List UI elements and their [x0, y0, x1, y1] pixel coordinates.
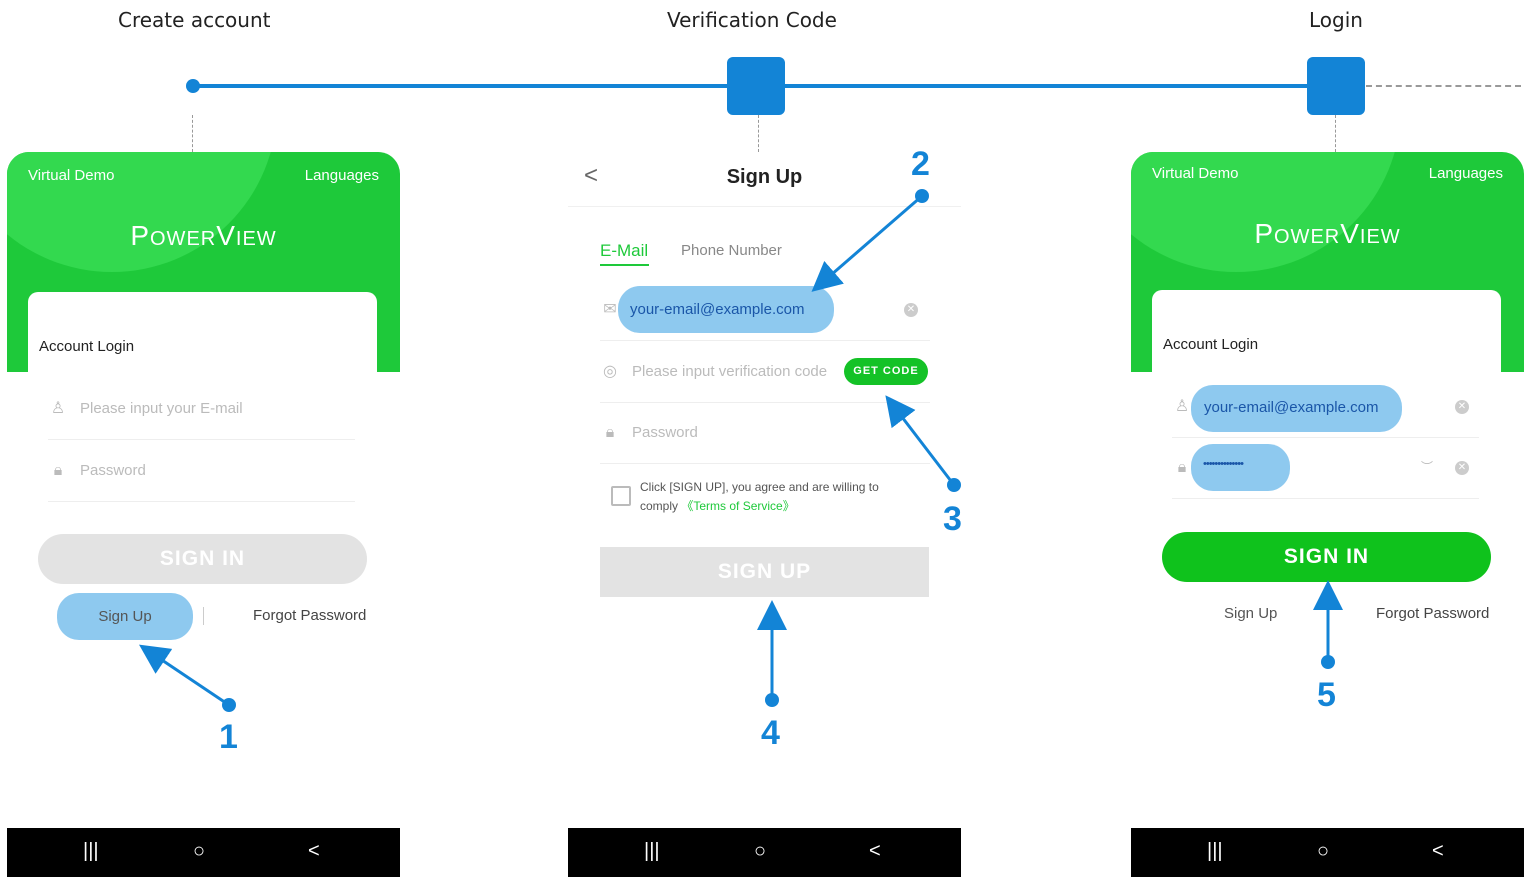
callout-dot-3	[947, 478, 961, 492]
callout-dot-5	[1321, 655, 1335, 669]
callout-number-2: 2	[911, 145, 930, 183]
callout-arrow-1	[139, 644, 230, 707]
callout-dot-1	[222, 698, 236, 712]
callout-number-3: 3	[943, 500, 962, 538]
callout-number-4: 4	[761, 714, 780, 752]
callout-dot-2	[915, 189, 929, 203]
callout-arrow-2	[811, 194, 923, 292]
callout-arrow-3	[885, 395, 956, 486]
callout-number-5: 5	[1317, 676, 1336, 714]
callout-number-1: 1	[219, 718, 238, 756]
callout-dot-4	[765, 693, 779, 707]
